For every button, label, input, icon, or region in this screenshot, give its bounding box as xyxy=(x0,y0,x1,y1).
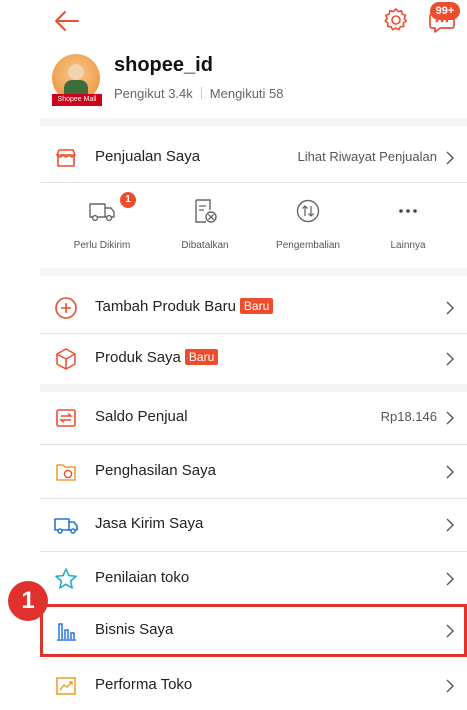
my-products-label: Produk Saya Baru xyxy=(95,349,219,366)
shop-icon xyxy=(56,149,76,167)
order-status-label: Perlu Dikirim xyxy=(73,240,131,251)
add-new-product-row[interactable]: Tambah Produk Baru Baru xyxy=(40,283,467,333)
seller-balance-row[interactable]: Saldo Penjual Rp18.146 xyxy=(40,393,467,443)
follow-stats: Pengikut 3.4k Mengikuti 58 xyxy=(114,86,284,101)
order-status-return[interactable]: Pengembalian xyxy=(258,190,358,260)
sales-history-link[interactable]: Lihat Riwayat Penjualan xyxy=(298,149,437,164)
new-badge: Baru xyxy=(184,349,219,365)
order-status-more[interactable]: Lainnya xyxy=(358,190,458,260)
add-circle-icon xyxy=(55,297,77,319)
income-icon xyxy=(56,464,76,481)
my-products-row[interactable]: Produk Saya Baru xyxy=(40,334,467,384)
chevron-right-icon xyxy=(446,352,454,366)
avatar-face xyxy=(68,64,84,80)
return-icon xyxy=(296,199,320,223)
gear-icon[interactable] xyxy=(383,7,409,33)
shop-performance-row[interactable]: Performa Toko xyxy=(40,661,467,710)
order-status-cancelled[interactable]: Dibatalkan xyxy=(155,190,255,260)
seller-balance-value: Rp18.146 xyxy=(380,409,437,424)
divider xyxy=(40,498,467,499)
shipping-service-label: Jasa Kirim Saya xyxy=(95,515,204,532)
chevron-right-icon xyxy=(446,465,454,479)
shop-rating-label: Penilaian toko xyxy=(95,569,190,586)
divider xyxy=(40,182,467,183)
chevron-right-icon xyxy=(446,411,454,425)
add-new-product-text: Tambah Produk Baru xyxy=(95,298,236,315)
followers-count: Pengikut 3.4k xyxy=(114,86,193,101)
shop-performance-label: Performa Toko xyxy=(95,676,193,693)
wallet-icon xyxy=(56,409,76,427)
box-icon xyxy=(56,348,76,370)
highlight-box xyxy=(40,604,467,657)
shipping-truck-icon xyxy=(54,518,78,534)
chevron-right-icon xyxy=(446,151,454,165)
my-income-label: Penghasilan Saya xyxy=(95,462,216,479)
performance-chart-icon xyxy=(56,677,76,695)
my-sales-label: Penjualan Saya xyxy=(95,148,201,165)
chevron-right-icon xyxy=(446,572,454,586)
profile-header[interactable]: Shopee Mall shopee_id Pengikut 3.4k Mengi… xyxy=(52,52,452,110)
order-status-label: Pengembalian xyxy=(276,240,340,251)
follow-separator xyxy=(200,87,202,99)
shipping-service-row[interactable]: Jasa Kirim Saya xyxy=(40,500,467,550)
star-icon xyxy=(55,568,77,589)
my-products-text: Produk Saya xyxy=(95,349,181,366)
step-number-badge: 1 xyxy=(8,581,48,621)
more-icon xyxy=(399,209,417,213)
following-count: Mengikuti 58 xyxy=(209,86,284,101)
order-status-to-ship[interactable]: 1 Perlu Dikirim xyxy=(52,190,152,260)
divider xyxy=(40,444,467,445)
shopee-mall-tag: Shopee Mall xyxy=(52,94,102,106)
add-new-product-label: Tambah Produk Baru Baru xyxy=(95,298,274,315)
section-divider xyxy=(40,268,467,276)
shop-rating-row[interactable]: Penilaian toko xyxy=(40,554,467,604)
section-divider xyxy=(40,118,467,126)
shop-name: shopee_id xyxy=(114,54,213,76)
back-arrow-icon[interactable] xyxy=(52,6,82,36)
my-income-row[interactable]: Penghasilan Saya xyxy=(40,447,467,497)
chevron-right-icon xyxy=(446,679,454,693)
chevron-right-icon xyxy=(446,518,454,532)
chat-badge: 99+ xyxy=(430,2,460,20)
order-status-label: Lainnya xyxy=(390,240,426,251)
order-status-label: Dibatalkan xyxy=(181,240,229,251)
new-badge: Baru xyxy=(239,298,274,314)
top-bar: 99+ xyxy=(0,0,467,40)
divider xyxy=(40,551,467,552)
chevron-right-icon xyxy=(446,301,454,315)
order-status-bar: 1 Perlu Dikirim Dibatalkan Pengembalian … xyxy=(40,190,467,260)
truck-icon xyxy=(89,203,115,222)
to-ship-badge: 1 xyxy=(120,192,136,208)
seller-balance-label: Saldo Penjual xyxy=(95,408,188,425)
section-divider xyxy=(40,384,467,392)
my-sales-row[interactable]: Penjualan Saya Lihat Riwayat Penjualan xyxy=(40,133,467,183)
cancelled-doc-icon xyxy=(195,199,217,223)
